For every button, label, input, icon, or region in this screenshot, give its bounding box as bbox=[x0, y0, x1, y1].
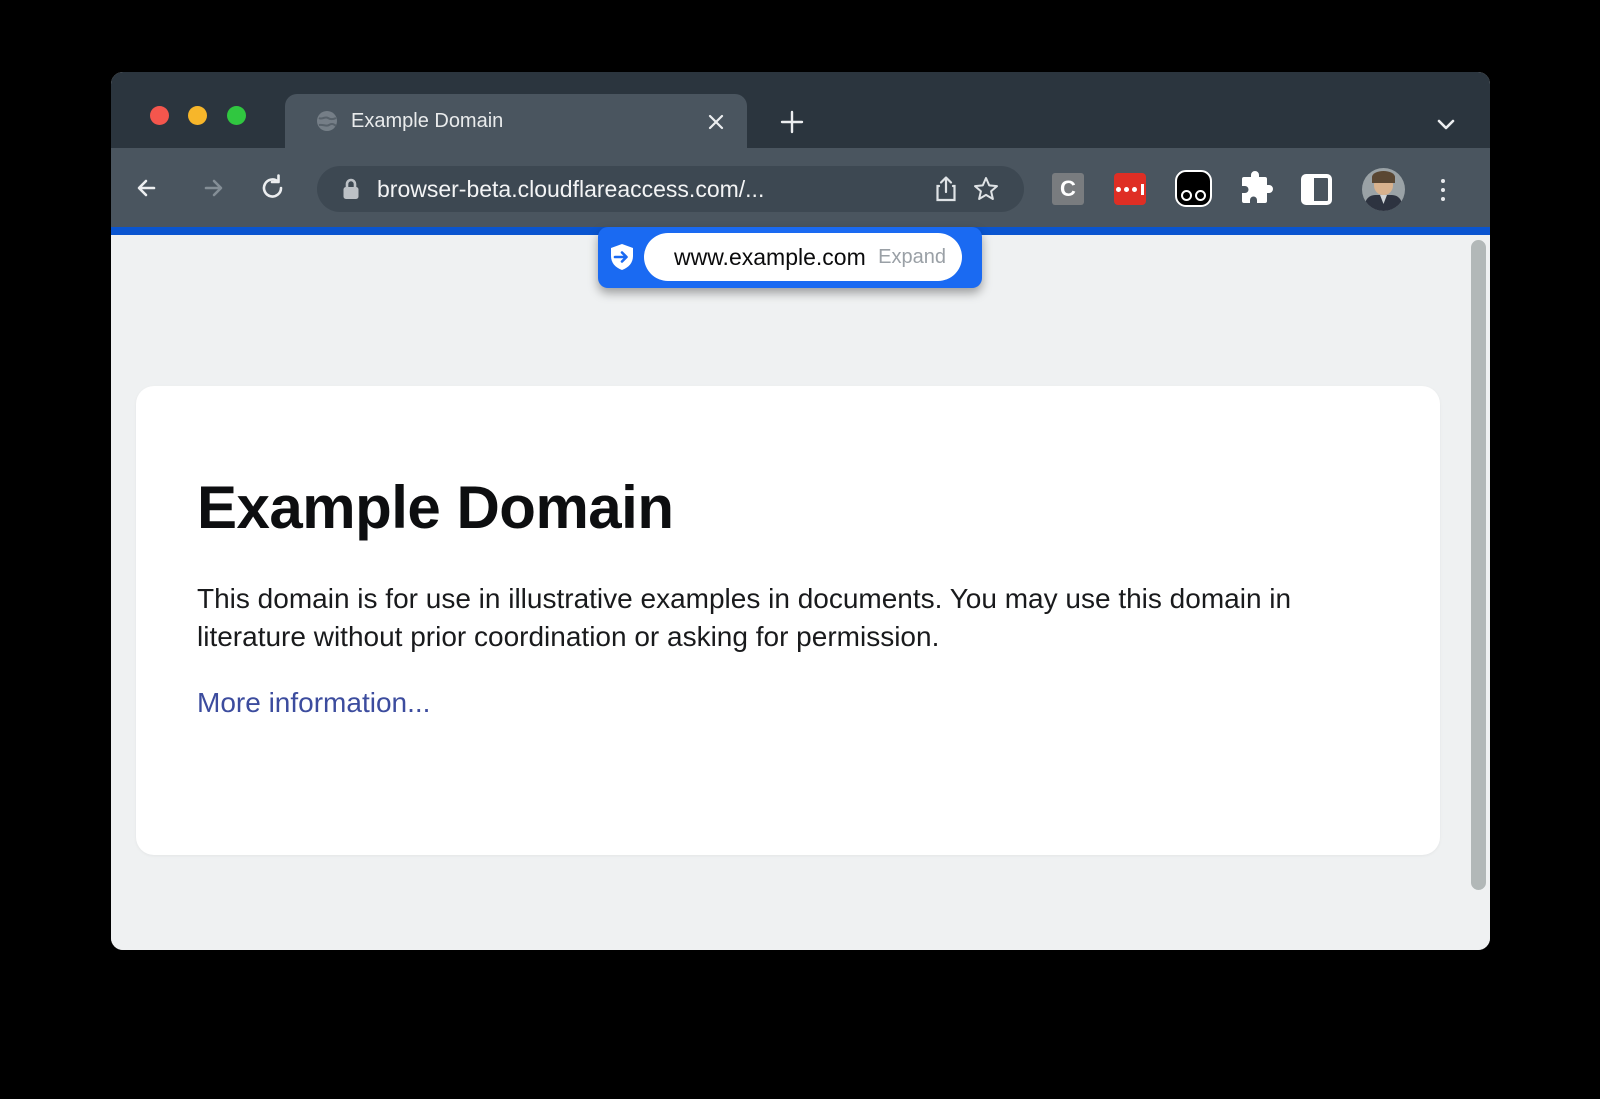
extensions-puzzle-icon[interactable] bbox=[1237, 171, 1273, 207]
browser-menu-icon[interactable] bbox=[1433, 172, 1453, 208]
scrollbar-thumb[interactable] bbox=[1471, 240, 1486, 890]
page-title: Example Domain bbox=[197, 478, 1379, 538]
page-body-text: This domain is for use in illustrative e… bbox=[197, 580, 1352, 657]
c-extension-icon[interactable]: C bbox=[1052, 173, 1084, 205]
binoculars-extension-icon[interactable] bbox=[1175, 170, 1212, 207]
url-bar[interactable]: browser-beta.cloudflareaccess.com/... bbox=[317, 166, 1024, 212]
url-text: browser-beta.cloudflareaccess.com/... bbox=[377, 176, 764, 203]
content-card: Example Domain This domain is for use in… bbox=[136, 386, 1440, 855]
browser-window: Example Domain bbox=[111, 72, 1490, 950]
tab-example-domain[interactable]: Example Domain bbox=[285, 94, 747, 148]
globe-icon bbox=[315, 109, 339, 133]
forward-button[interactable] bbox=[189, 148, 233, 227]
toolbar: browser-beta.cloudflareaccess.com/... bbox=[111, 148, 1490, 227]
reload-button[interactable] bbox=[251, 148, 295, 227]
tab-title: Example Domain bbox=[351, 94, 503, 148]
shield-arrow-icon bbox=[607, 242, 637, 272]
lastpass-extension-icon[interactable] bbox=[1114, 173, 1146, 205]
isolation-domain-field[interactable]: www.example.com Expand bbox=[644, 233, 962, 281]
close-tab-icon[interactable] bbox=[703, 109, 729, 135]
back-button[interactable] bbox=[127, 148, 171, 227]
expand-label[interactable]: Expand bbox=[878, 246, 946, 269]
lock-icon bbox=[341, 177, 361, 201]
tab-strip: Example Domain bbox=[111, 72, 1490, 148]
more-information-link[interactable]: More information... bbox=[197, 687, 430, 719]
chevron-down-icon[interactable] bbox=[1432, 110, 1460, 138]
minimize-window-button[interactable] bbox=[188, 106, 207, 125]
share-icon[interactable] bbox=[926, 166, 966, 212]
page-viewport: Example Domain This domain is for use in… bbox=[111, 235, 1490, 950]
profile-avatar[interactable] bbox=[1362, 168, 1405, 211]
new-tab-button[interactable] bbox=[778, 108, 806, 136]
bookmark-star-icon[interactable] bbox=[966, 166, 1006, 212]
close-window-button[interactable] bbox=[150, 106, 169, 125]
zoom-window-button[interactable] bbox=[227, 106, 246, 125]
isolated-domain-text: www.example.com bbox=[674, 244, 866, 271]
side-panel-icon[interactable] bbox=[1301, 174, 1332, 205]
isolation-domain-pill[interactable]: www.example.com Expand bbox=[598, 227, 982, 288]
